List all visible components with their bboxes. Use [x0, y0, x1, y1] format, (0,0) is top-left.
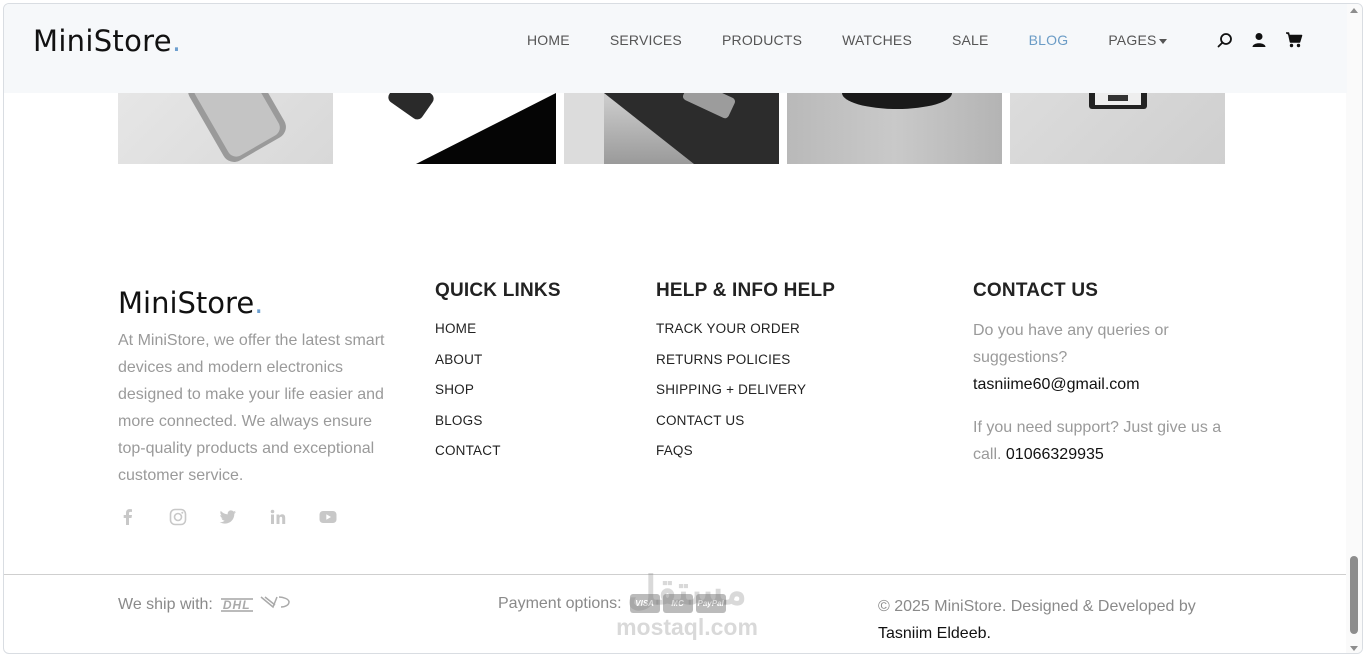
gallery-image-watch[interactable] [1010, 93, 1225, 164]
caret-down-icon [1158, 38, 1167, 44]
quick-link-contact[interactable]: CONTACT [435, 443, 501, 474]
nav-blog[interactable]: BLOG [1029, 32, 1069, 48]
footer-logo-dot: . [254, 286, 264, 320]
help-info-title: HELP & INFO HELP [656, 280, 836, 301]
vertical-scrollbar[interactable] [1346, 4, 1362, 653]
contact-title: CONTACT US [973, 280, 1099, 301]
scroll-up-icon[interactable] [1350, 8, 1358, 13]
logo-text: MiniStore [33, 24, 172, 58]
help-link-returns[interactable]: RETURNS POLICIES [656, 352, 806, 383]
quick-link-shop[interactable]: SHOP [435, 382, 501, 413]
nav-services[interactable]: SERVICES [610, 32, 682, 48]
copyright: © 2025 MiniStore. Designed & Developed b… [878, 593, 1238, 647]
paypal-icon: PayPal [695, 594, 726, 613]
nav-pages-dropdown[interactable]: PAGES [1108, 32, 1167, 48]
visa-card-icon: VISA [629, 594, 660, 613]
ship-label: We ship with: [118, 595, 213, 613]
watermark-latin: mostaql.com [616, 614, 758, 640]
copyright-text: © 2025 MiniStore. Designed & Developed b… [878, 598, 1196, 615]
contact-phone[interactable]: 01066329935 [1006, 446, 1104, 463]
site-logo[interactable]: MiniStore. [33, 24, 181, 58]
gallery-image-phone[interactable] [118, 93, 333, 164]
gallery-image-desk[interactable] [341, 93, 556, 164]
quick-link-about[interactable]: ABOUT [435, 352, 501, 383]
help-link-contact-us[interactable]: CONTACT US [656, 413, 806, 444]
site-header: MiniStore. HOME SERVICES PRODUCTS WATCHE… [4, 4, 1347, 93]
twitter-icon[interactable] [218, 507, 238, 527]
dhl-logo: DHL [220, 597, 253, 612]
contact-queries-text: Do you have any queries or suggestions? [973, 322, 1169, 366]
quick-links-list: HOME ABOUT SHOP BLOGS CONTACT [435, 321, 501, 474]
help-info-list: TRACK YOUR ORDER RETURNS POLICIES SHIPPI… [656, 321, 806, 474]
nav-pages-label: PAGES [1108, 32, 1157, 48]
nav-products[interactable]: PRODUCTS [722, 32, 802, 48]
payment-options: Payment options: VISA MC PayPal [498, 594, 726, 613]
scrollbar-thumb[interactable] [1350, 556, 1358, 634]
footer-logo[interactable]: MiniStore. [118, 286, 263, 320]
instagram-gallery [118, 93, 1233, 164]
logo-dot: . [171, 24, 182, 58]
user-icon[interactable] [1251, 32, 1267, 48]
contact-queries: Do you have any queries or suggestions? … [973, 317, 1233, 398]
gallery-image-speaker[interactable] [787, 93, 1002, 164]
payment-label: Payment options: [498, 594, 622, 612]
author-name[interactable]: Tasniim Eldeeb. [878, 625, 991, 642]
contact-email[interactable]: tasniime60@gmail.com [973, 376, 1140, 393]
browser-viewport: MiniStore. HOME SERVICES PRODUCTS WATCHE… [3, 3, 1363, 654]
contact-support: If you need support? Just give us a call… [973, 414, 1233, 468]
mastercard-icon: MC [662, 594, 693, 613]
youtube-icon[interactable] [318, 507, 338, 527]
nav-sale[interactable]: SALE [952, 32, 989, 48]
main-nav: HOME SERVICES PRODUCTS WATCHES SALE BLOG… [527, 32, 1207, 48]
help-link-shipping[interactable]: SHIPPING + DELIVERY [656, 382, 806, 413]
quick-link-blogs[interactable]: BLOGS [435, 413, 501, 444]
facebook-icon[interactable] [118, 507, 138, 527]
linkedin-icon[interactable] [268, 507, 288, 527]
footer-divider [4, 574, 1347, 575]
post-logo-icon [259, 594, 291, 615]
quick-link-home[interactable]: HOME [435, 321, 501, 352]
shipping-partners: We ship with: DHL [118, 594, 291, 615]
nav-watches[interactable]: WATCHES [842, 32, 912, 48]
quick-links-title: QUICK LINKS [435, 280, 561, 301]
footer-logo-text: MiniStore [118, 286, 255, 320]
nav-home[interactable]: HOME [527, 32, 570, 48]
help-link-faqs[interactable]: FAQS [656, 443, 806, 474]
help-link-track-order[interactable]: TRACK YOUR ORDER [656, 321, 806, 352]
search-icon[interactable] [1217, 32, 1233, 48]
social-links [118, 507, 368, 527]
header-icons [1217, 32, 1319, 48]
scroll-down-icon[interactable] [1350, 646, 1358, 651]
brand-description: At MiniStore, we offer the latest smart … [118, 332, 385, 484]
instagram-icon[interactable] [168, 507, 188, 527]
cart-icon[interactable] [1285, 32, 1303, 48]
gallery-image-box[interactable] [564, 93, 779, 164]
